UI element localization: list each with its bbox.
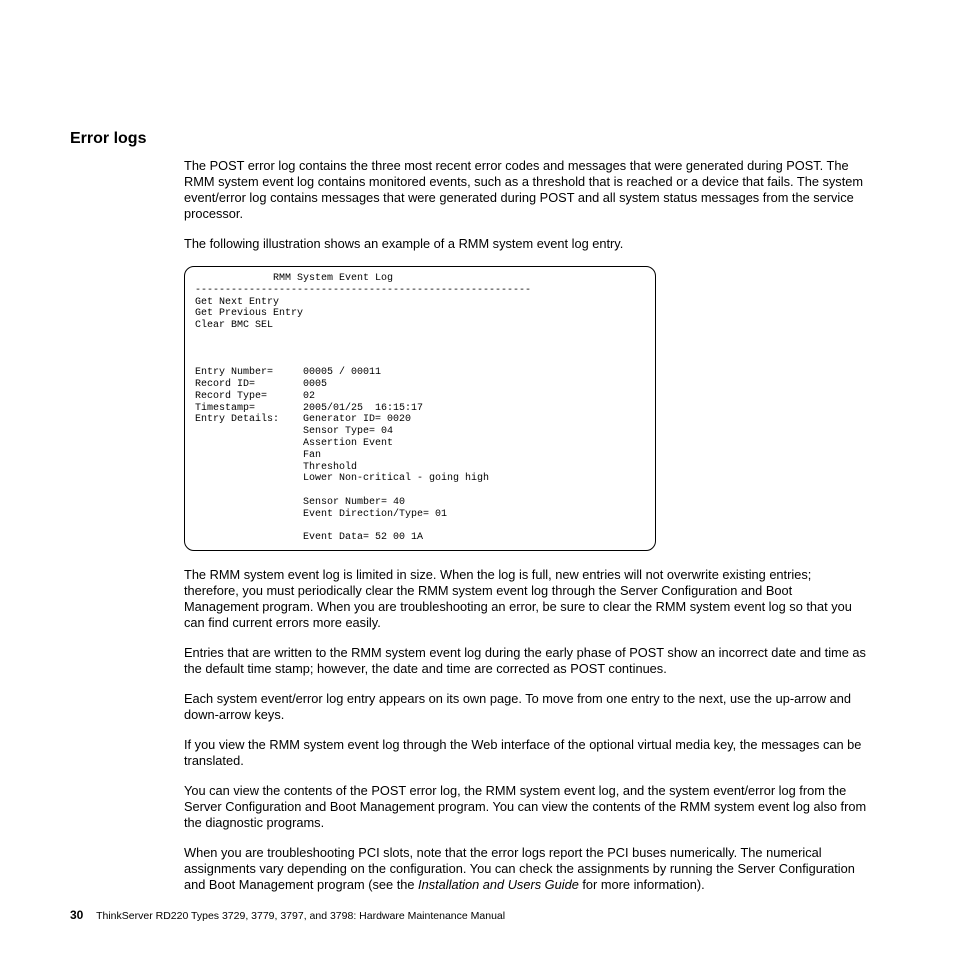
page-number: 30: [70, 908, 83, 922]
paragraph: When you are troubleshooting PCI slots, …: [184, 845, 869, 893]
log-field: Record Type= 02: [195, 391, 645, 403]
log-field: Lower Non-critical - going high: [195, 473, 645, 485]
footer-text: ThinkServer RD220 Types 3729, 3779, 3797…: [96, 910, 505, 922]
log-field: Assertion Event: [195, 438, 645, 450]
log-field: Sensor Number= 40: [195, 497, 645, 509]
paragraph: The following illustration shows an exam…: [184, 236, 869, 252]
log-field: Entry Number= 00005 / 00011: [195, 367, 645, 379]
paragraph: The RMM system event log is limited in s…: [184, 567, 869, 631]
log-cmd: Clear BMC SEL: [195, 320, 645, 332]
log-field: Entry Details: Generator ID= 0020: [195, 414, 645, 426]
log-field: Event Data= 52 00 1A: [195, 532, 645, 544]
italic-text: Installation and Users Guide: [418, 877, 579, 892]
log-field: Threshold: [195, 462, 645, 474]
log-rule: ----------------------------------------…: [195, 285, 645, 297]
paragraph: The POST error log contains the three mo…: [184, 158, 869, 222]
paragraph: Entries that are written to the RMM syst…: [184, 645, 869, 677]
text: for more information).: [579, 877, 705, 892]
log-title: RMM System Event Log: [195, 273, 645, 285]
log-cmd: Get Previous Entry: [195, 308, 645, 320]
paragraph: If you view the RMM system event log thr…: [184, 737, 869, 769]
paragraph: You can view the contents of the POST er…: [184, 783, 869, 831]
log-illustration: RMM System Event Log--------------------…: [184, 266, 656, 551]
paragraph: Each system event/error log entry appear…: [184, 691, 869, 723]
log-field: Timestamp= 2005/01/25 16:15:17: [195, 403, 645, 415]
page-footer: 30 ThinkServer RD220 Types 3729, 3779, 3…: [70, 908, 505, 922]
log-field: Fan: [195, 450, 645, 462]
section-heading: Error logs: [70, 130, 869, 148]
log-field: Event Direction/Type= 01: [195, 509, 645, 521]
log-field: Sensor Type= 04: [195, 426, 645, 438]
log-field: Record ID= 0005: [195, 379, 645, 391]
log-cmd: Get Next Entry: [195, 297, 645, 309]
